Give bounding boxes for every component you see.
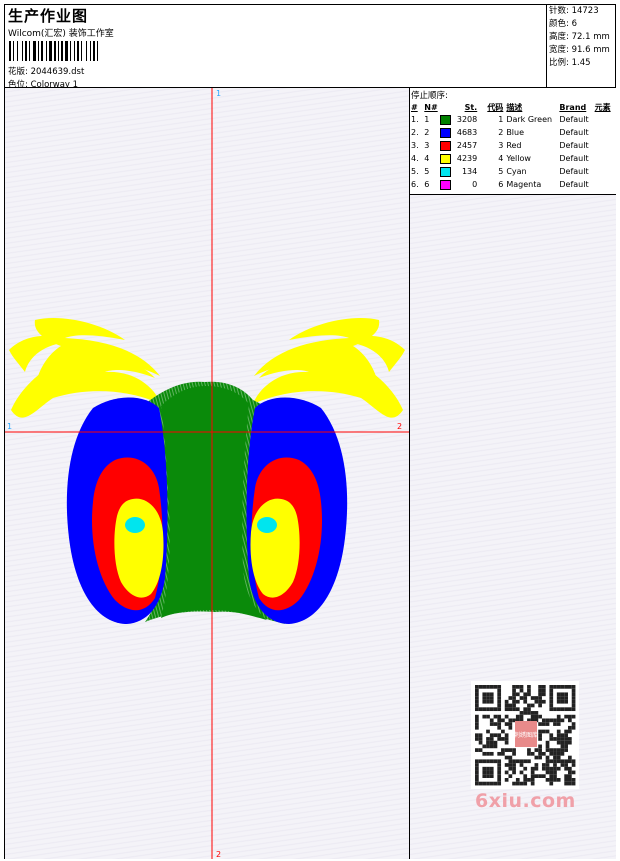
col-number: N# xyxy=(424,102,438,112)
axis-label-right: 2 xyxy=(397,422,402,431)
row-description: Cyan xyxy=(506,167,527,176)
color-swatch xyxy=(439,152,454,165)
row-stitches: 0 xyxy=(472,180,478,189)
row-description: Magenta xyxy=(506,180,542,189)
left-eye xyxy=(66,397,168,624)
row-code: 3 xyxy=(498,141,504,150)
table-header: # N# St. 代码 描述 Brand 元素 xyxy=(410,101,616,113)
table-row: 6. 6 0 6 Magenta Default xyxy=(410,178,616,191)
color-table: # N# St. 代码 描述 Brand 元素 1. 1 3208 1 Dark Gre… xyxy=(410,101,616,191)
table-row: 3. 3 2457 3 Red Default xyxy=(410,139,616,152)
row-needle: 3 xyxy=(424,141,430,150)
color-swatch xyxy=(439,165,454,178)
table-row: 4. 4 4239 4 Yellow Default xyxy=(410,152,616,165)
stat-width: 宽度: 91.6 mm xyxy=(549,45,610,55)
row-stitches: 4239 xyxy=(456,154,478,163)
row-needle: 6 xyxy=(424,180,430,189)
table-row: 1. 1 3208 1 Dark Green Default xyxy=(410,113,616,126)
stat-colors: 颜色: 6 xyxy=(549,19,577,29)
row-description: Yellow xyxy=(506,154,531,163)
company-name: Wilcom(汇宏) 装饰工作室 xyxy=(8,29,114,39)
col-hash: # xyxy=(411,102,418,112)
row-index: 3. xyxy=(411,141,419,150)
stat-height: 高度: 72.1 mm xyxy=(549,32,610,42)
watermark: 6xiu.com xyxy=(475,790,576,812)
row-code: 2 xyxy=(498,128,504,137)
design-file-name: 2044639.dst xyxy=(30,67,85,77)
col-element: 元素 xyxy=(594,102,611,112)
barcode xyxy=(9,41,98,61)
qr-code: 刺绣图库 xyxy=(471,681,579,789)
table-row: 5. 5 134 5 Cyan Default xyxy=(410,165,616,178)
color-swatch xyxy=(439,113,454,126)
stats-block: 针数: 14723 颜色: 6 高度: 72.1 mm 宽度: 91.6 mm … xyxy=(549,5,610,70)
row-stitches: 4683 xyxy=(456,128,478,137)
color-swatch xyxy=(439,178,454,191)
stop-sequence-title: 停止顺序: xyxy=(411,91,448,101)
row-code: 4 xyxy=(498,154,504,163)
row-brand: Default xyxy=(559,128,589,137)
row-stitches: 3208 xyxy=(456,115,478,124)
row-stitches: 134 xyxy=(461,167,478,176)
row-index: 6. xyxy=(411,180,419,189)
row-description: Blue xyxy=(506,128,525,137)
col-code: 代码 xyxy=(487,102,504,112)
stat-stitches: 针数: 14723 xyxy=(549,6,599,16)
qr-badge: 刺绣图库 xyxy=(514,731,538,739)
axis-label-top: 1 xyxy=(216,89,221,98)
color-swatch xyxy=(439,139,454,152)
row-needle: 4 xyxy=(424,154,430,163)
header: 生产作业图 Wilcom(汇宏) 装饰工作室 花版: 2044639.dst 色… xyxy=(5,5,546,90)
axis-label-left: 1 xyxy=(7,422,12,431)
row-code: 1 xyxy=(498,115,504,124)
color-swatch xyxy=(439,126,454,139)
row-index: 4. xyxy=(411,154,419,163)
row-description: Red xyxy=(506,141,522,150)
row-brand: Default xyxy=(559,115,589,124)
right-eye xyxy=(246,397,348,624)
design-file-line: 花版: 2044639.dst xyxy=(8,65,84,77)
col-description: 描述 xyxy=(506,102,523,112)
left-pupil xyxy=(125,517,145,533)
stat-scale: 比例: 1.45 xyxy=(549,58,591,68)
col-brand: Brand xyxy=(559,102,587,112)
row-needle: 1 xyxy=(424,115,430,124)
row-brand: Default xyxy=(559,180,589,189)
row-needle: 5 xyxy=(424,167,430,176)
page-title: 生产作业图 xyxy=(8,7,89,25)
table-row: 2. 2 4683 2 Blue Default xyxy=(410,126,616,139)
row-stitches: 2457 xyxy=(456,141,478,150)
row-brand: Default xyxy=(559,154,589,163)
row-brand: Default xyxy=(559,141,589,150)
col-stitches: St. xyxy=(464,102,478,112)
row-code: 5 xyxy=(498,167,504,176)
axis-label-bottom: 2 xyxy=(216,850,221,859)
design-file-label: 花版: xyxy=(8,67,28,77)
row-needle: 2 xyxy=(424,128,430,137)
row-index: 2. xyxy=(411,128,419,137)
right-pupil xyxy=(257,517,277,533)
row-description: Dark Green xyxy=(506,115,553,124)
row-index: 5. xyxy=(411,167,419,176)
row-code: 6 xyxy=(498,180,504,189)
embroidery-design: 1 2 1 2 xyxy=(5,88,409,859)
divider xyxy=(546,4,547,88)
design-canvas: 1 2 1 2 xyxy=(5,88,409,859)
row-brand: Default xyxy=(559,167,589,176)
row-index: 1. xyxy=(411,115,419,124)
